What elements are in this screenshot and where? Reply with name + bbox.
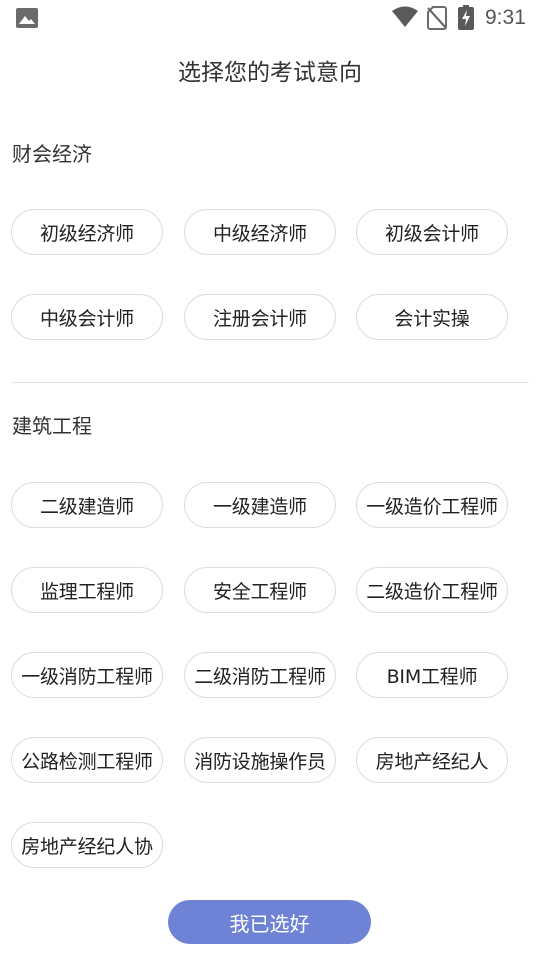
section-title-finance: 财会经济: [12, 142, 92, 166]
status-time: 9:31: [485, 6, 526, 29]
confirm-button[interactable]: 我已选好: [168, 900, 371, 944]
option-chip[interactable]: 监理工程师: [11, 567, 163, 613]
option-chip[interactable]: 一级造价工程师: [356, 482, 508, 528]
option-chip[interactable]: BIM工程师: [356, 652, 508, 698]
option-chip[interactable]: 注册会计师: [184, 294, 336, 340]
option-chip[interactable]: 房地产经纪人: [356, 737, 508, 783]
option-chip[interactable]: 安全工程师: [184, 567, 336, 613]
option-chip[interactable]: 初级经济师: [11, 209, 163, 255]
status-bar: 9:31: [0, 0, 540, 36]
exam-intent-screen: 9:31 选择您的考试意向 财会经济 初级经济师 中级经济师 初级会计师 中级会…: [0, 0, 540, 960]
option-chip[interactable]: 消防设施操作员: [184, 737, 336, 783]
option-chip[interactable]: 二级建造师: [11, 482, 163, 528]
option-chip[interactable]: 会计实操: [356, 294, 508, 340]
option-chip[interactable]: 二级造价工程师: [356, 567, 508, 613]
option-chip[interactable]: 中级经济师: [184, 209, 336, 255]
option-chip[interactable]: 初级会计师: [356, 209, 508, 255]
wifi-icon: [392, 6, 418, 27]
no-sim-icon: [427, 6, 447, 30]
option-chip[interactable]: 二级消防工程师: [184, 652, 336, 698]
section-title-construction: 建筑工程: [12, 414, 92, 438]
option-chip[interactable]: 公路检测工程师: [11, 737, 163, 783]
section-divider: [11, 382, 529, 383]
option-chip[interactable]: 一级消防工程师: [11, 652, 163, 698]
page-title: 选择您的考试意向: [178, 60, 362, 86]
option-chip[interactable]: 一级建造师: [184, 482, 336, 528]
image-icon: [16, 8, 38, 28]
option-chip[interactable]: 中级会计师: [11, 294, 163, 340]
option-chip[interactable]: 房地产经纪人协: [11, 822, 163, 868]
battery-charging-icon: [458, 5, 474, 30]
